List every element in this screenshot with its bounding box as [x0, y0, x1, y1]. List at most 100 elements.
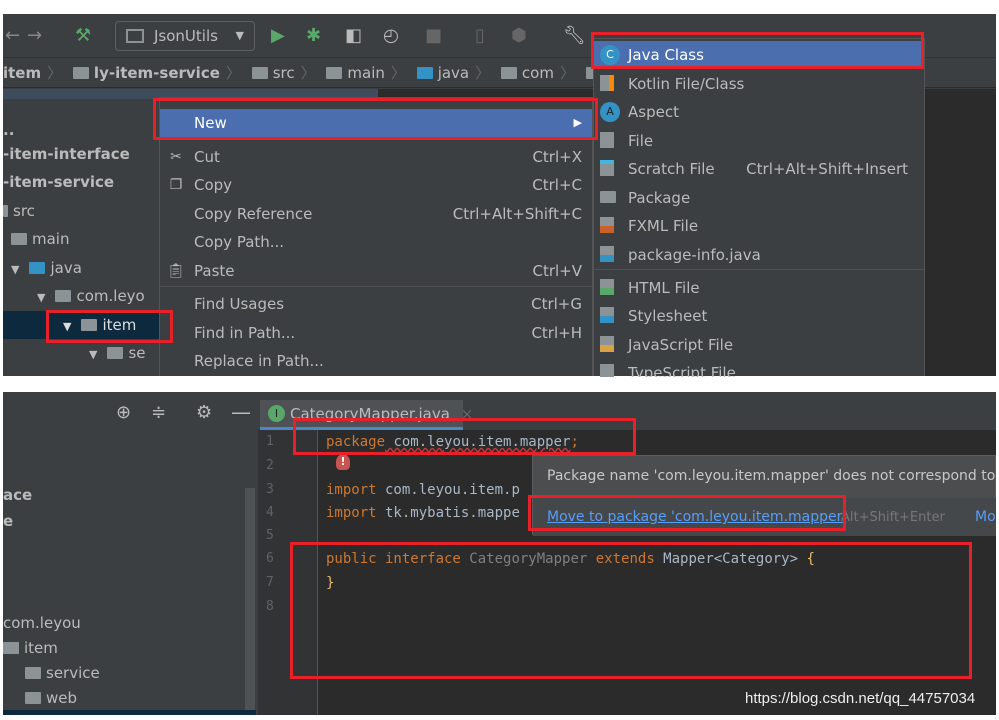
run-config-label: JsonUtils [154, 27, 218, 45]
html-file-icon [600, 278, 620, 298]
menu-item-paste[interactable]: 📋︎ Paste Ctrl+V [160, 257, 592, 285]
submenu-item-scratch-file[interactable]: Scratch File Ctrl+Alt+Shift+Insert [594, 155, 924, 183]
code-line-3[interactable]: import com.leyou.item.p [326, 480, 520, 500]
breadcrumb-item[interactable]: main [326, 58, 385, 88]
device-icon[interactable]: ▯ [475, 24, 485, 48]
submenu-item-javascript[interactable]: JavaScript File [594, 331, 924, 359]
tree-item[interactable]: main [11, 228, 69, 250]
breadcrumb-item[interactable]: src [251, 58, 295, 88]
package-icon [55, 290, 72, 302]
line-number: 1 [266, 434, 274, 449]
submenu-item-file[interactable]: File [594, 127, 924, 155]
error-bulb-icon[interactable]: ! [336, 454, 350, 470]
tree-item[interactable]: com.leyou [3, 612, 81, 634]
package-info-icon [600, 245, 620, 265]
kotlin-file-icon [600, 74, 620, 94]
gear-icon[interactable]: ⚙ [196, 402, 212, 423]
package-icon [600, 188, 620, 208]
new-submenu: C Java Class Kotlin File/Class A Aspect Fi… [593, 38, 925, 377]
tree-item[interactable]: item [3, 637, 58, 659]
tree-item[interactable]: web [25, 687, 77, 709]
breadcrumb-item[interactable]: item [3, 58, 41, 88]
line-number: 5 [266, 528, 274, 543]
breadcrumb-item[interactable]: java [416, 58, 469, 88]
sdk-icon[interactable]: ⬢ [511, 24, 527, 48]
minimize-icon[interactable]: — [231, 400, 251, 424]
back-arrow-icon[interactable]: ← [5, 24, 20, 48]
submenu-item-kotlin[interactable]: Kotlin File/Class [594, 70, 924, 98]
debug-icon[interactable]: ✱ [306, 24, 321, 48]
watermark: https://blog.csdn.net/qq_44757034 [745, 690, 976, 707]
submenu-item-aspect[interactable]: A Aspect [594, 98, 924, 126]
expand-arrow-icon[interactable]: ▼ [11, 263, 19, 276]
build-hammer-icon[interactable]: ⚒ [75, 24, 91, 48]
submenu-item-package-info[interactable]: package-info.java [594, 241, 924, 269]
line-number: 3 [266, 482, 274, 497]
folder-icon [3, 205, 8, 217]
menu-separator [160, 286, 592, 287]
annotation-box-item [46, 310, 173, 343]
annotation-box-interface [290, 542, 972, 679]
clipboard-icon: 📋︎ [167, 263, 185, 279]
package-icon [25, 692, 41, 704]
coverage-icon[interactable]: ◧ [345, 24, 362, 48]
menu-item-find-in-path[interactable]: Find in Path... Ctrl+H [160, 319, 592, 347]
annotation-box-package [293, 418, 636, 455]
tree-item[interactable]: -item-interface [3, 143, 130, 165]
locate-icon[interactable]: ⊕ [116, 402, 131, 423]
collapse-all-icon[interactable]: ≑ [151, 402, 166, 423]
module-folder-icon [72, 67, 89, 79]
submenu-item-package[interactable]: Package [594, 184, 924, 212]
action-shortcut: Alt+Shift+Enter [841, 510, 945, 525]
tree-item[interactable]: ▼ se [89, 342, 146, 366]
breadcrumb-item[interactable]: ly-item-service [72, 58, 220, 88]
folder-icon [11, 233, 27, 245]
submenu-item-stylesheet[interactable]: Stylesheet [594, 302, 924, 330]
window-icon [126, 29, 144, 43]
tree-item[interactable]: src [3, 200, 35, 222]
annotation-box-new [153, 98, 598, 140]
project-panel: ⊕ ≑ ⚙ — ace e com.leyou item service web [3, 392, 256, 715]
expand-arrow-icon[interactable]: ▼ [37, 291, 45, 304]
run-icon[interactable]: ▶ [271, 24, 285, 48]
menu-item-find-usages[interactable]: Find Usages Ctrl+G [160, 290, 592, 318]
package-icon [500, 67, 517, 79]
menu-item-copy-reference[interactable]: Copy Reference Ctrl+Alt+Shift+C [160, 200, 592, 228]
menu-separator [594, 269, 924, 270]
submenu-item-fxml[interactable]: FXML File [594, 212, 924, 240]
tree-item[interactable]: service [25, 662, 100, 684]
source-folder-icon [416, 67, 433, 79]
line-number: 4 [266, 505, 274, 520]
run-config-selector[interactable]: JsonUtils ▼ [115, 21, 255, 51]
submenu-item-html[interactable]: HTML File [594, 274, 924, 302]
submenu-item-typescript[interactable]: TypeScript File [594, 359, 924, 377]
tooltip-message: Package name 'com.leyou.item.mapper' doe… [547, 468, 996, 484]
line-number: 2 [266, 458, 274, 473]
tree-item[interactable]: ▼ com.leyo [37, 285, 145, 309]
menu-item-copy-path[interactable]: Copy Path... [160, 228, 592, 256]
tree-item[interactable]: ace [3, 484, 32, 506]
menu-item-copy[interactable]: ❐ Copy Ctrl+C [160, 171, 592, 199]
forward-arrow-icon[interactable]: → [27, 24, 42, 48]
folder-icon [326, 67, 343, 79]
annotation-box-move-to-package [528, 495, 846, 531]
ts-file-icon [600, 363, 620, 377]
breadcrumb-item[interactable]: com [500, 58, 554, 88]
tree-item[interactable]: ▼ java [11, 257, 82, 281]
tree-item[interactable]: .. [3, 119, 14, 141]
tree-item[interactable]: e [3, 510, 13, 532]
code-line-4[interactable]: import tk.mybatis.mappe [326, 503, 520, 523]
stop-icon[interactable]: ■ [425, 24, 442, 48]
line-number: 6 [266, 551, 274, 566]
more-actions-link[interactable]: Mo [975, 509, 996, 525]
package-icon [107, 347, 124, 359]
menu-item-replace-in-path[interactable]: Replace in Path... [160, 347, 592, 375]
menu-item-cut[interactable]: ✂ Cut Ctrl+X [160, 143, 592, 171]
scrollbar[interactable] [245, 488, 255, 715]
profile-icon[interactable]: ◴ [383, 24, 399, 48]
scratch-file-icon [600, 159, 620, 179]
package-icon [25, 667, 41, 679]
expand-arrow-icon[interactable]: ▼ [89, 348, 97, 361]
wrench-icon[interactable]: 🔧︎ [563, 24, 586, 48]
tree-item[interactable]: -item-service [3, 171, 114, 193]
